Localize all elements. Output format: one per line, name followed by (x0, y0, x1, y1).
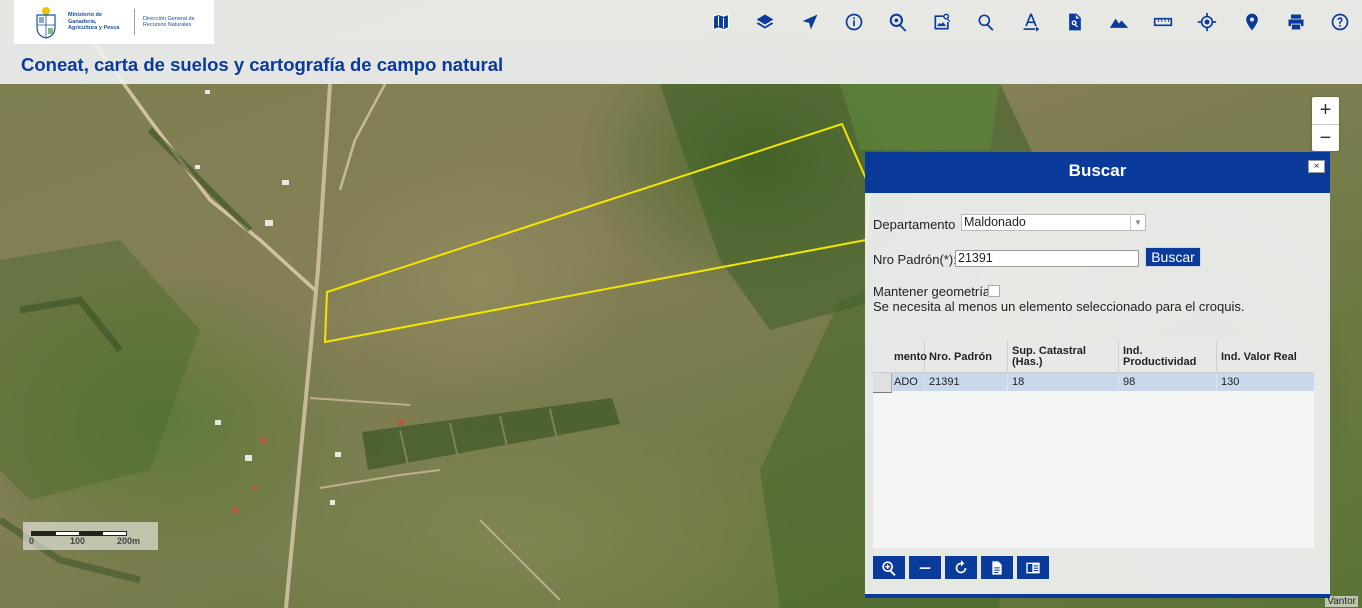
title-bar: Coneat, carta de suelos y cartografía de… (0, 44, 1362, 84)
remove-result-button[interactable] (909, 556, 941, 579)
departamento-row: Departamento Maldonado ▼ (873, 214, 1146, 232)
terrain-icon (1109, 18, 1129, 28)
print-icon (1288, 14, 1304, 30)
logo-divider (134, 9, 135, 35)
ruler-icon (1153, 17, 1173, 27)
tool-image-search[interactable] (920, 0, 964, 44)
document-search-icon (1068, 13, 1081, 31)
zoom-out-button[interactable]: − (1312, 124, 1339, 151)
help-icon (1331, 13, 1349, 31)
tool-search[interactable] (964, 0, 1008, 44)
tool-navigate[interactable] (788, 0, 832, 44)
minus-icon (919, 566, 931, 569)
tool-print[interactable] (1274, 0, 1318, 44)
search-dialog: Buscar × Departamento Maldonado ▼ Nro Pa… (865, 152, 1330, 598)
zoom-in-icon (882, 560, 896, 576)
departamento-value: Maldonado (964, 215, 1026, 229)
ministry-name: Ministerio de Ganadería, Agricultura y P… (68, 12, 120, 32)
tool-location[interactable] (1185, 0, 1229, 44)
refresh-icon (955, 559, 967, 573)
search-icon (978, 14, 994, 31)
col-departamento[interactable]: mento (873, 341, 927, 373)
table-row[interactable]: ADO 21391 18 98 130 (873, 373, 1314, 391)
attribution: Vantor (1325, 596, 1358, 607)
zoom-in-button[interactable]: + (1312, 97, 1339, 124)
close-button[interactable]: × (1308, 160, 1325, 173)
tool-ruler[interactable] (1141, 0, 1185, 44)
map-pin-icon (1245, 13, 1258, 31)
chevron-down-icon: ▼ (1130, 215, 1145, 230)
zoom-control: + − (1312, 97, 1339, 151)
uruguay-seal-icon (32, 5, 60, 39)
direccion-name: Dirección General de Recursos Naturales (143, 15, 195, 29)
dialog-title: Buscar (1068, 161, 1127, 180)
map-icon (713, 13, 730, 31)
dialog-header: Buscar × (865, 152, 1330, 193)
departamento-label: Departamento (873, 217, 956, 232)
location-target-icon (1198, 12, 1217, 32)
navigate-icon (802, 14, 818, 30)
map-toolbar (699, 0, 1362, 44)
departamento-select[interactable]: Maldonado ▼ (961, 214, 1146, 231)
padron-row: Nro Padrón(*): 21391 Buscar (873, 247, 1201, 267)
image-search-icon (934, 13, 951, 30)
scale-label-200: 200m (117, 536, 141, 546)
cell-productividad: 98 (1119, 373, 1217, 391)
tool-layers[interactable] (743, 0, 787, 44)
results-table: mento Nro. Padrón Sup. Catastral (Has.) … (873, 341, 1314, 548)
hint-text: Se necesita al menos un elemento selecci… (873, 299, 1245, 314)
col-padron[interactable]: Nro. Padrón (925, 341, 1008, 373)
scale-label-100: 100 (70, 536, 86, 546)
mantener-checkbox[interactable] (988, 285, 1000, 297)
scale-label-0: 0 (29, 536, 35, 546)
document-icon (992, 560, 1002, 575)
sketch-map-icon (1026, 562, 1040, 573)
refresh-button[interactable] (945, 556, 977, 579)
buscar-button[interactable]: Buscar (1145, 247, 1201, 267)
map-search-icon (889, 13, 907, 32)
scale-bar: 0 100 200m (23, 522, 158, 550)
info-icon (845, 13, 863, 31)
padron-input[interactable]: 21391 (955, 250, 1139, 267)
report-button[interactable] (981, 556, 1013, 579)
layers-icon (757, 14, 774, 29)
tool-terrain[interactable] (1097, 0, 1141, 44)
col-valor-real[interactable]: Ind. Valor Real (1217, 341, 1314, 373)
col-superficie[interactable]: Sup. Catastral (Has.) (1008, 341, 1119, 373)
cell-padron: 21391 (925, 373, 1008, 391)
tool-map-search[interactable] (876, 0, 920, 44)
tool-document-search[interactable] (1053, 0, 1097, 44)
page-title: Coneat, carta de suelos y cartografía de… (21, 54, 504, 75)
ministry-logo[interactable]: Ministerio de Ganadería, Agricultura y P… (14, 0, 214, 44)
col-productividad[interactable]: Ind. Productividad (1119, 341, 1217, 373)
result-actions (873, 556, 1049, 579)
croquis-button[interactable] (1017, 556, 1049, 579)
cell-valor-real: 130 (1221, 376, 1240, 388)
zoom-to-result-button[interactable] (873, 556, 905, 579)
text-icon (1023, 13, 1039, 32)
tool-map[interactable] (699, 0, 743, 44)
table-header: mento Nro. Padrón Sup. Catastral (Has.) … (873, 341, 1314, 373)
tool-map-pin[interactable] (1229, 0, 1273, 44)
padron-label: Nro Padrón(*): (873, 252, 957, 267)
mantener-label: Mantener geometría (873, 284, 991, 299)
tool-help[interactable] (1318, 0, 1362, 44)
cell-superficie: 18 (1008, 373, 1119, 391)
row-selector[interactable] (873, 373, 892, 393)
mantener-row: Mantener geometría (873, 284, 1000, 299)
tool-info[interactable] (832, 0, 876, 44)
tool-text[interactable] (1009, 0, 1053, 44)
top-bar: Ministerio de Ganadería, Agricultura y P… (0, 0, 1362, 44)
